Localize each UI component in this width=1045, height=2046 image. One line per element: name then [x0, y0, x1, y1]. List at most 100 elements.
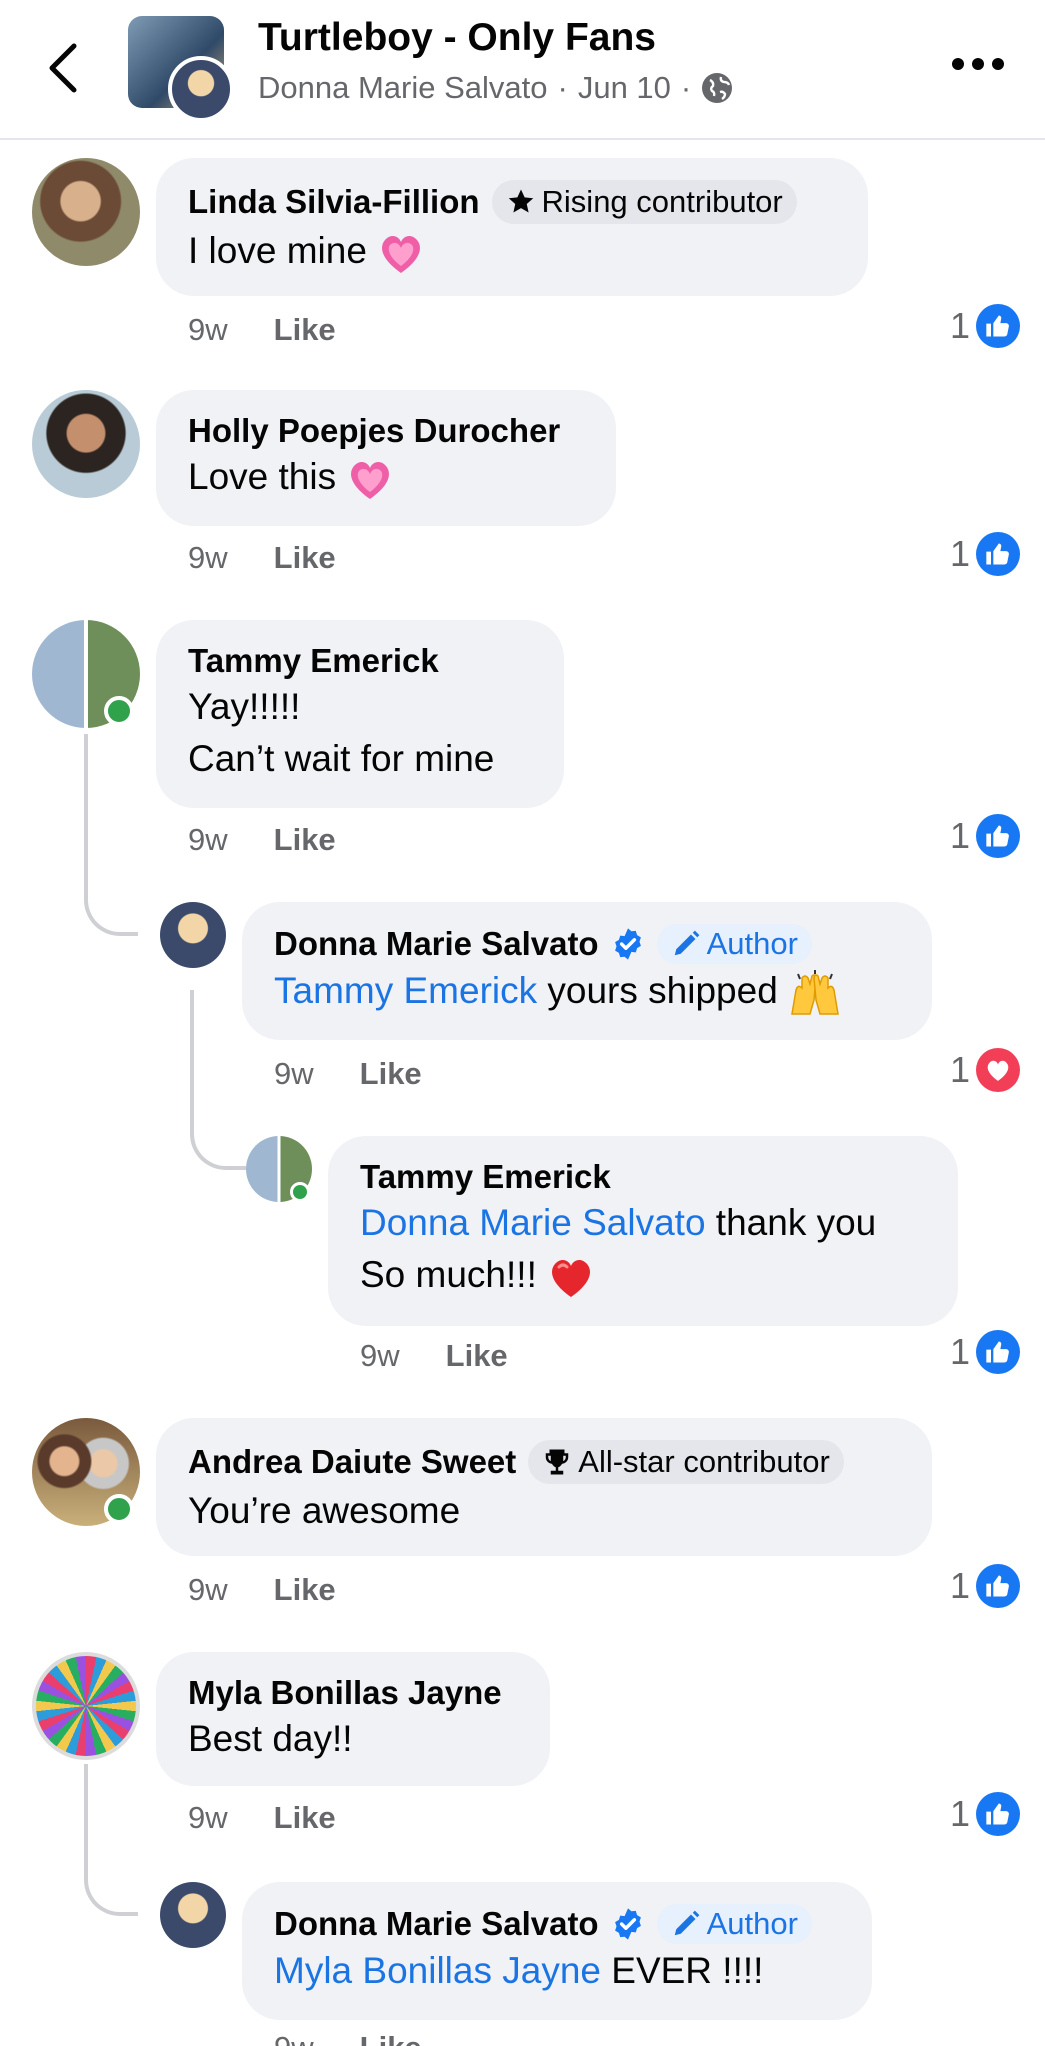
commenter-name[interactable]: Tammy Emerick [188, 642, 439, 680]
comment-text: You’re awesome [188, 1490, 461, 1531]
post-header: Turtleboy - Only Fans Donna Marie Salvat… [0, 0, 1045, 140]
raising-hands-emoji [791, 970, 839, 1015]
comment-time[interactable]: 9w [188, 312, 228, 348]
online-indicator [290, 1182, 310, 1202]
globe-icon [702, 73, 733, 103]
like-button[interactable]: Like [274, 822, 336, 858]
online-indicator [104, 1494, 134, 1524]
reaction-count: 1 [950, 815, 971, 856]
reply-thread-line [84, 734, 138, 936]
like-button[interactable]: Like [274, 312, 336, 348]
group-name[interactable]: Turtleboy - Only Fans [258, 16, 656, 60]
comment-text: EVER !!!! [600, 1950, 764, 1991]
avatar[interactable] [32, 1652, 140, 1760]
reaction-summary[interactable]: 1 [950, 1330, 1021, 1374]
author-badge: Author [656, 924, 812, 964]
like-reaction-icon [976, 1792, 1021, 1836]
reply-bubble: Tammy Emerick Donna Marie Salvato thank … [328, 1136, 958, 1326]
reaction-count: 1 [950, 1793, 971, 1834]
comment-meta: 9w Like [274, 1056, 422, 1092]
comment-bubble: Holly Poepjes Durocher Love this [156, 390, 616, 526]
like-button[interactable]: Like [360, 1056, 422, 1092]
more-dots-icon[interactable] [951, 56, 1005, 72]
reply-thread-line [190, 990, 246, 1170]
comment-time[interactable]: 9w [188, 1572, 228, 1608]
reaction-summary[interactable]: 1 [950, 814, 1021, 858]
comment-time[interactable]: 9w [188, 822, 228, 858]
like-button[interactable]: Like [446, 1338, 508, 1374]
star-icon [508, 189, 533, 213]
post-subtitle: Donna Marie Salvato · Jun 10 · [258, 70, 733, 106]
pink-heart-emoji [351, 462, 390, 500]
commenter-name[interactable]: Tammy Emerick [360, 1158, 611, 1196]
avatar[interactable] [32, 158, 140, 266]
contributor-badge[interactable]: Rising contributor [491, 180, 797, 224]
verified-badge-icon [614, 928, 641, 960]
reaction-count: 1 [950, 533, 971, 574]
commenter-name[interactable]: Myla Bonillas Jayne [188, 1674, 502, 1712]
comment-bubble: Tammy Emerick Yay!!!!! Can’t wait for mi… [156, 620, 564, 808]
like-reaction-icon [976, 304, 1021, 348]
comment-meta: 9w Like [188, 312, 336, 348]
separator: · [680, 70, 692, 105]
mention-link[interactable]: Donna Marie Salvato [360, 1202, 706, 1243]
comment-text: Yay!!!!! [188, 686, 301, 727]
like-reaction-icon [976, 1330, 1021, 1374]
like-reaction-icon [976, 814, 1021, 858]
commenter-name[interactable]: Andrea Daiute Sweet [188, 1443, 516, 1481]
reaction-summary[interactable]: 1 [950, 304, 1021, 348]
comment-text: thank you [705, 1202, 877, 1243]
avatar[interactable] [32, 390, 140, 498]
comment-text: Can’t wait for mine [188, 738, 495, 779]
like-reaction-icon [976, 1564, 1021, 1608]
commenter-name[interactable]: Holly Poepjes Durocher [188, 412, 560, 450]
comment-meta: 9w Like [274, 2030, 422, 2046]
avatar[interactable] [160, 902, 226, 968]
reply-thread-line [84, 1764, 138, 1916]
post-author[interactable]: Donna Marie Salvato [258, 70, 548, 106]
comment-time[interactable]: 9w [274, 2030, 314, 2046]
mention-link[interactable]: Myla Bonillas Jayne [274, 1950, 601, 1991]
reply-bubble: Donna Marie Salvato Author Myla Bonillas… [242, 1882, 872, 2020]
author-badge: Author [656, 1904, 812, 1944]
pencil-icon [674, 1910, 699, 1936]
comment-bubble: Linda Silvia-Fillion Rising contributor … [156, 158, 868, 296]
comment-time[interactable]: 9w [188, 1800, 228, 1836]
comment-text: I love mine [188, 230, 367, 271]
mention-link[interactable]: Tammy Emerick [274, 970, 537, 1011]
reaction-summary[interactable]: 1 [950, 1792, 1021, 1836]
like-reaction-icon [976, 532, 1021, 576]
chevron-left-icon[interactable] [40, 38, 90, 98]
comment-meta: 9w Like [188, 540, 336, 576]
trophy-icon [546, 1449, 569, 1475]
red-heart-emoji [552, 1260, 591, 1298]
post-date[interactable]: Jun 10 [578, 70, 671, 106]
verified-badge-icon [614, 1908, 641, 1940]
like-button[interactable]: Like [274, 1800, 336, 1836]
like-button[interactable]: Like [360, 2030, 422, 2046]
comment-bubble: Andrea Daiute Sweet All-star contributor… [156, 1418, 932, 1556]
comment-time[interactable]: 9w [188, 540, 228, 576]
commenter-name[interactable]: Donna Marie Salvato [274, 1905, 599, 1943]
avatar[interactable] [160, 1882, 226, 1948]
comment-text: Love this [188, 456, 337, 497]
love-reaction-icon [976, 1048, 1021, 1092]
reaction-count: 1 [950, 1049, 971, 1090]
reaction-count: 1 [950, 305, 971, 346]
comment-meta: 9w Like [188, 1572, 336, 1608]
reaction-summary[interactable]: 1 [950, 532, 1021, 576]
pencil-icon [674, 930, 699, 956]
commenter-name[interactable]: Linda Silvia-Fillion [188, 183, 480, 221]
comment-time[interactable]: 9w [274, 1056, 314, 1092]
commenter-name[interactable]: Donna Marie Salvato [274, 925, 599, 963]
group-avatar[interactable] [128, 16, 240, 122]
reaction-summary[interactable]: 1 [950, 1048, 1021, 1092]
reaction-summary[interactable]: 1 [950, 1564, 1021, 1608]
reply-bubble: Donna Marie Salvato Author Tammy Emerick… [242, 902, 932, 1040]
like-button[interactable]: Like [274, 1572, 336, 1608]
comment-time[interactable]: 9w [360, 1338, 400, 1374]
separator: · [557, 70, 568, 105]
comment-meta: 9w Like [360, 1338, 508, 1374]
like-button[interactable]: Like [274, 540, 336, 576]
contributor-badge[interactable]: All-star contributor [528, 1440, 844, 1484]
